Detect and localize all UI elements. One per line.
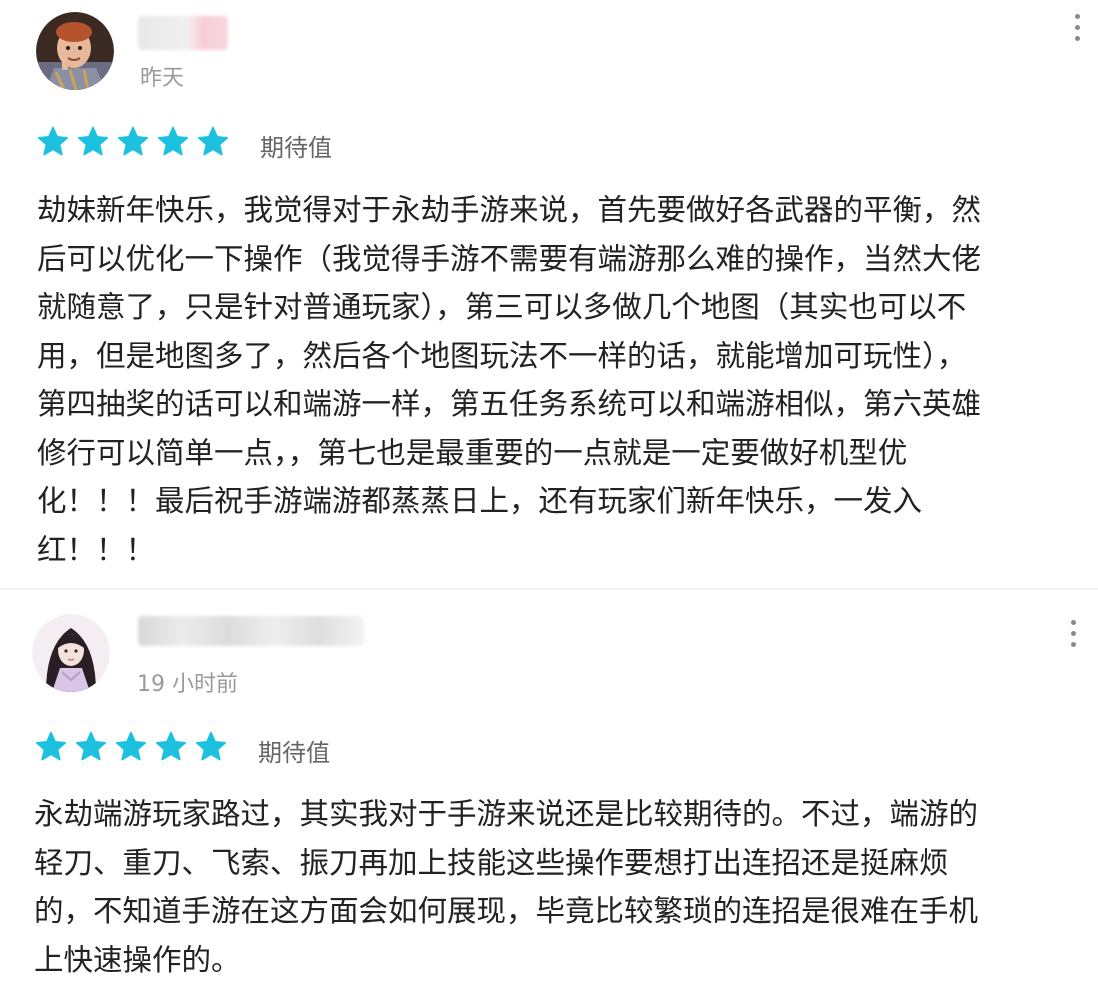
star-icon [156, 125, 190, 159]
more-vertical-icon [1070, 620, 1076, 625]
review-item-1: 昨天 期待值 劫妹新年快乐，我觉得对于永劫手游来说，首先要做好各武器的平衡，然 … [0, 0, 1098, 590]
review-body-line: 的，不知道手游在这方面会如何展现，毕竟比较繁琐的连招是很难在手机 [34, 894, 979, 928]
star-icon [154, 730, 188, 764]
review-body-line: 用，但是地图多了，然后各个地图玩法不一样的话，就能增加可玩性）， [37, 338, 967, 373]
review-time: 19 小时前 [137, 672, 238, 697]
star-icon [114, 730, 148, 764]
review-body-line: 永劫端游玩家路过，其实我对于手游来说还是比较期待的。不过，端游的 [34, 797, 979, 831]
star-icon [194, 730, 228, 764]
username-blurred[interactable] [138, 16, 228, 50]
review-item-2: 19 小时前 期待值 永劫端游玩家路过，其实我对于手游来说还是比较期待的。不过，… [0, 590, 1098, 990]
review-body-line: 化！！！最后祝手游端游都蒸蒸日上，还有玩家们新年快乐，一发入 [37, 484, 923, 518]
review-body-line: 修行可以简单一点，，第七也是最重要的一点就是一定要做好机型优 [37, 435, 908, 470]
review-body-line: 就随意了，只是针对普通玩家），第三可以多做几个地图（其实也可以不 [37, 290, 967, 324]
rating-label: 期待值 [258, 739, 330, 767]
review-body: 永劫端游玩家路过，其实我对于手游来说还是比较期待的。不过，端游的 轻刀、重刀、飞… [34, 790, 1064, 984]
star-icon [76, 125, 110, 159]
review-body-line: 上快速操作的。 [34, 942, 241, 977]
review-body: 劫妹新年快乐，我觉得对于永劫手游来说，首先要做好各武器的平衡，然 后可以优化一下… [37, 186, 1067, 574]
more-options-button[interactable] [1072, 14, 1082, 44]
star-icon [36, 125, 70, 159]
avatar[interactable] [36, 12, 114, 90]
star-icon [116, 125, 150, 159]
review-body-line: 后可以优化一下操作（我觉得手游不需要有端游那么难的操作，当然大佬 [37, 241, 982, 276]
review-body-line: 红！！！ [37, 532, 156, 567]
review-body-line: 第四抽奖的话可以和端游一样，第五任务系统可以和端游相似，第六英雄 [37, 387, 982, 421]
rating-label: 期待值 [260, 134, 332, 162]
avatar[interactable] [32, 614, 110, 692]
username-blurred[interactable] [138, 616, 364, 646]
more-options-button[interactable] [1068, 620, 1078, 650]
more-vertical-icon [1074, 14, 1080, 19]
star-rating [34, 730, 234, 766]
review-time: 昨天 [140, 66, 185, 91]
star-icon [74, 730, 108, 764]
star-icon [196, 125, 230, 159]
review-body-line: 轻刀、重刀、飞索、振刀再加上技能这些操作要想打出连招还是挺麻烦 [34, 845, 949, 880]
review-body-line: 劫妹新年快乐，我觉得对于永劫手游来说，首先要做好各武器的平衡，然 [37, 193, 982, 227]
star-rating [36, 125, 236, 161]
star-icon [34, 730, 68, 764]
